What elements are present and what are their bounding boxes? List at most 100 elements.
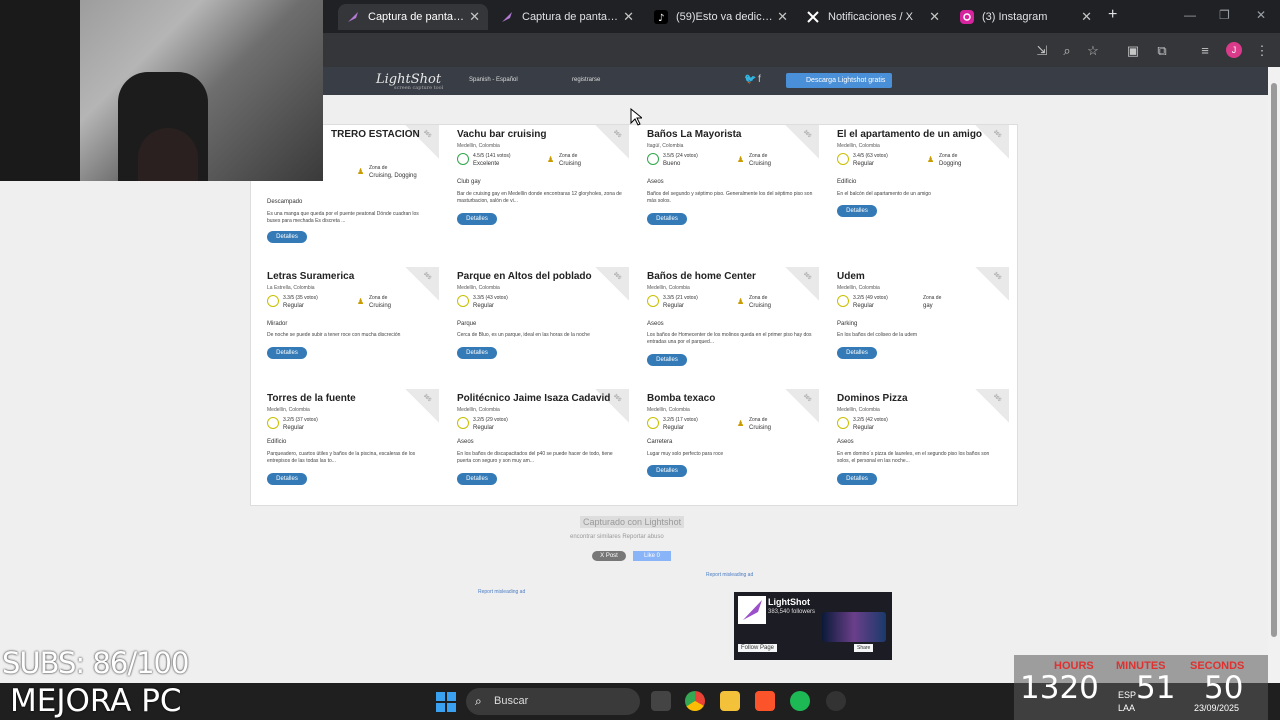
new-tab-button[interactable]: + <box>1108 6 1117 24</box>
facebook-page-widget[interactable]: LightShot 383,540 followers Follow Page … <box>734 592 892 660</box>
smiley-icon <box>837 295 849 307</box>
scrollbar[interactable] <box>1268 67 1280 683</box>
language-indicator[interactable]: ESP <box>1118 690 1136 700</box>
install-app-icon[interactable]: ⇲ <box>1034 43 1050 59</box>
card-place: 365 Bomba texaco Medellín, Colombia 3.2/… <box>641 389 819 501</box>
zone-info: ♟ Zona de Cruising <box>737 153 772 167</box>
download-lightshot-button[interactable]: Descarga Lightshot gratis <box>786 73 892 88</box>
fb-like-button[interactable]: Like 0 <box>633 551 671 561</box>
task-view-icon[interactable] <box>651 691 671 711</box>
card-place: 365 Torres de la fuente Medellín, Colomb… <box>261 389 439 501</box>
card-place: 365 El el apartamento de un amigo Medell… <box>831 125 1009 251</box>
card-place: 365 Letras Suramerica La Estrella, Colom… <box>261 267 439 379</box>
details-button[interactable]: Detalles <box>647 213 687 225</box>
details-button[interactable]: Detalles <box>267 347 307 359</box>
details-button[interactable]: Detalles <box>837 473 877 485</box>
language-select[interactable]: Spanish - Español <box>469 77 518 83</box>
close-icon[interactable]: ✕ <box>1081 9 1092 25</box>
bookmark-star-icon[interactable]: ☆ <box>1085 43 1101 59</box>
close-icon[interactable]: ✕ <box>929 9 940 25</box>
timer-hours: 1320 <box>1020 670 1099 706</box>
register-link[interactable]: registrarse <box>572 77 600 83</box>
details-button[interactable]: Detalles <box>837 347 877 359</box>
puzzle-icon[interactable]: ⧉ <box>1154 43 1170 59</box>
zone-info: ♟ Zona de Cruising <box>737 417 772 431</box>
x-post-button[interactable]: X Post <box>592 551 626 561</box>
lightshot-logo[interactable]: LightShot screen capture tool <box>376 72 443 91</box>
smiley-icon <box>837 153 849 165</box>
facebook-icon[interactable]: f <box>758 74 761 85</box>
rating: 3.3/5 (21 votos) Regular <box>647 295 727 311</box>
smiley-icon <box>457 295 469 307</box>
card-place: 365 Baños La Mayorista Itagüí, Colombia … <box>641 125 819 251</box>
streamer <box>138 128 198 181</box>
person-icon: ♟ <box>737 419 745 428</box>
windows-start-icon[interactable] <box>436 692 456 712</box>
chrome-icon[interactable] <box>685 691 705 711</box>
card-place: 365 Baños de home Center Medellín, Colom… <box>641 267 819 379</box>
obs-icon[interactable] <box>826 691 846 711</box>
card-place: 365 Udem Medellín, Colombia 3.2/5 (49 vo… <box>831 267 1009 379</box>
report-ad-link[interactable]: Report misleading ad <box>706 572 753 578</box>
instagram-icon <box>960 10 974 24</box>
restore-icon[interactable]: ❐ <box>1219 8 1230 22</box>
follow-page-button[interactable]: Follow Page <box>738 644 778 652</box>
smiley-icon <box>457 417 469 429</box>
details-button[interactable]: Detalles <box>457 213 497 225</box>
tab-lightshot-1[interactable]: Captura de pantalla pc ✕ <box>338 4 488 30</box>
system-date[interactable]: 23/09/2025 <box>1194 703 1239 713</box>
brave-icon[interactable] <box>755 691 775 711</box>
similar-report-links[interactable]: encontrar similares Reportar abuso <box>570 534 664 540</box>
details-button[interactable]: Detalles <box>267 231 307 243</box>
tab-x[interactable]: Notificaciones / X ✕ <box>798 4 948 30</box>
details-button[interactable]: Detalles <box>457 347 497 359</box>
close-icon[interactable]: ✕ <box>469 9 480 25</box>
close-icon[interactable]: ✕ <box>623 9 634 25</box>
share-button[interactable]: Share <box>854 644 874 652</box>
taskbar-search[interactable]: ⌕ Buscar <box>466 688 640 715</box>
language-indicator-sub[interactable]: LAA <box>1118 703 1135 713</box>
details-button[interactable]: Detalles <box>647 465 687 477</box>
details-button[interactable]: Detalles <box>647 354 687 366</box>
person-icon: ♟ <box>737 155 745 164</box>
rating: 3.2/5 (37 votos) Regular <box>267 417 347 433</box>
galaxy-image <box>822 612 886 642</box>
tab-tiktok[interactable]: ♪ (59)Esto va dedicado a ✕ <box>646 4 796 30</box>
zoom-icon[interactable]: ⌕ <box>1059 43 1075 59</box>
rating: 3.2/5 (49 votos) Regular <box>837 295 917 311</box>
lightshot-feather-icon <box>346 10 360 24</box>
file-explorer-icon[interactable] <box>720 691 740 711</box>
person-icon: ♟ <box>737 297 745 306</box>
lightshot-logo-icon <box>738 596 766 624</box>
screenshot-image: 365 TRERO ESTACION ♟ Zona de Cruising, Dog… <box>250 124 1018 506</box>
smiley-icon <box>647 153 659 165</box>
report-ad-link[interactable]: Report misleading ad <box>478 589 525 595</box>
zone-info: ♟ Zona de Cruising <box>357 295 392 309</box>
spotify-icon[interactable] <box>790 691 810 711</box>
smiley-icon <box>457 153 469 165</box>
extension-icon[interactable]: ▣ <box>1125 43 1141 59</box>
rating: 3.2/5 (42 votos) Regular <box>837 417 917 433</box>
rating: 3.4/5 (63 votos) Regular <box>837 153 917 169</box>
smiley-icon <box>267 295 279 307</box>
rating: 3.5/5 (24 votos) Bueno <box>647 153 727 169</box>
card-place: 365 Politécnico Jaime Isaza Cadavid Mede… <box>451 389 629 501</box>
menu-icon[interactable]: ⋮ <box>1254 43 1270 59</box>
scroll-thumb[interactable] <box>1271 83 1277 637</box>
zone-info: ♟ Zona de Dogging <box>927 153 962 167</box>
minimize-icon[interactable]: — <box>1184 8 1196 22</box>
profile-avatar[interactable]: J <box>1226 42 1242 58</box>
svg-text:♪: ♪ <box>658 13 664 24</box>
media-icon[interactable]: ≡ <box>1197 43 1213 59</box>
details-button[interactable]: Detalles <box>457 473 497 485</box>
tiktok-icon: ♪ <box>654 10 668 24</box>
details-button[interactable]: Detalles <box>267 473 307 485</box>
tab-instagram[interactable]: (3) Instagram ✕ <box>952 4 1100 30</box>
details-button[interactable]: Detalles <box>837 205 877 217</box>
zone-info: ♟ Zona de Cruising <box>547 153 582 167</box>
lightshot-feather-icon <box>500 10 514 24</box>
close-window-icon[interactable]: ✕ <box>1256 8 1266 22</box>
twitter-icon[interactable]: 🐦 <box>744 74 756 85</box>
tab-lightshot-2[interactable]: Captura de pantalla pc ✕ <box>492 4 642 30</box>
close-icon[interactable]: ✕ <box>777 9 788 25</box>
